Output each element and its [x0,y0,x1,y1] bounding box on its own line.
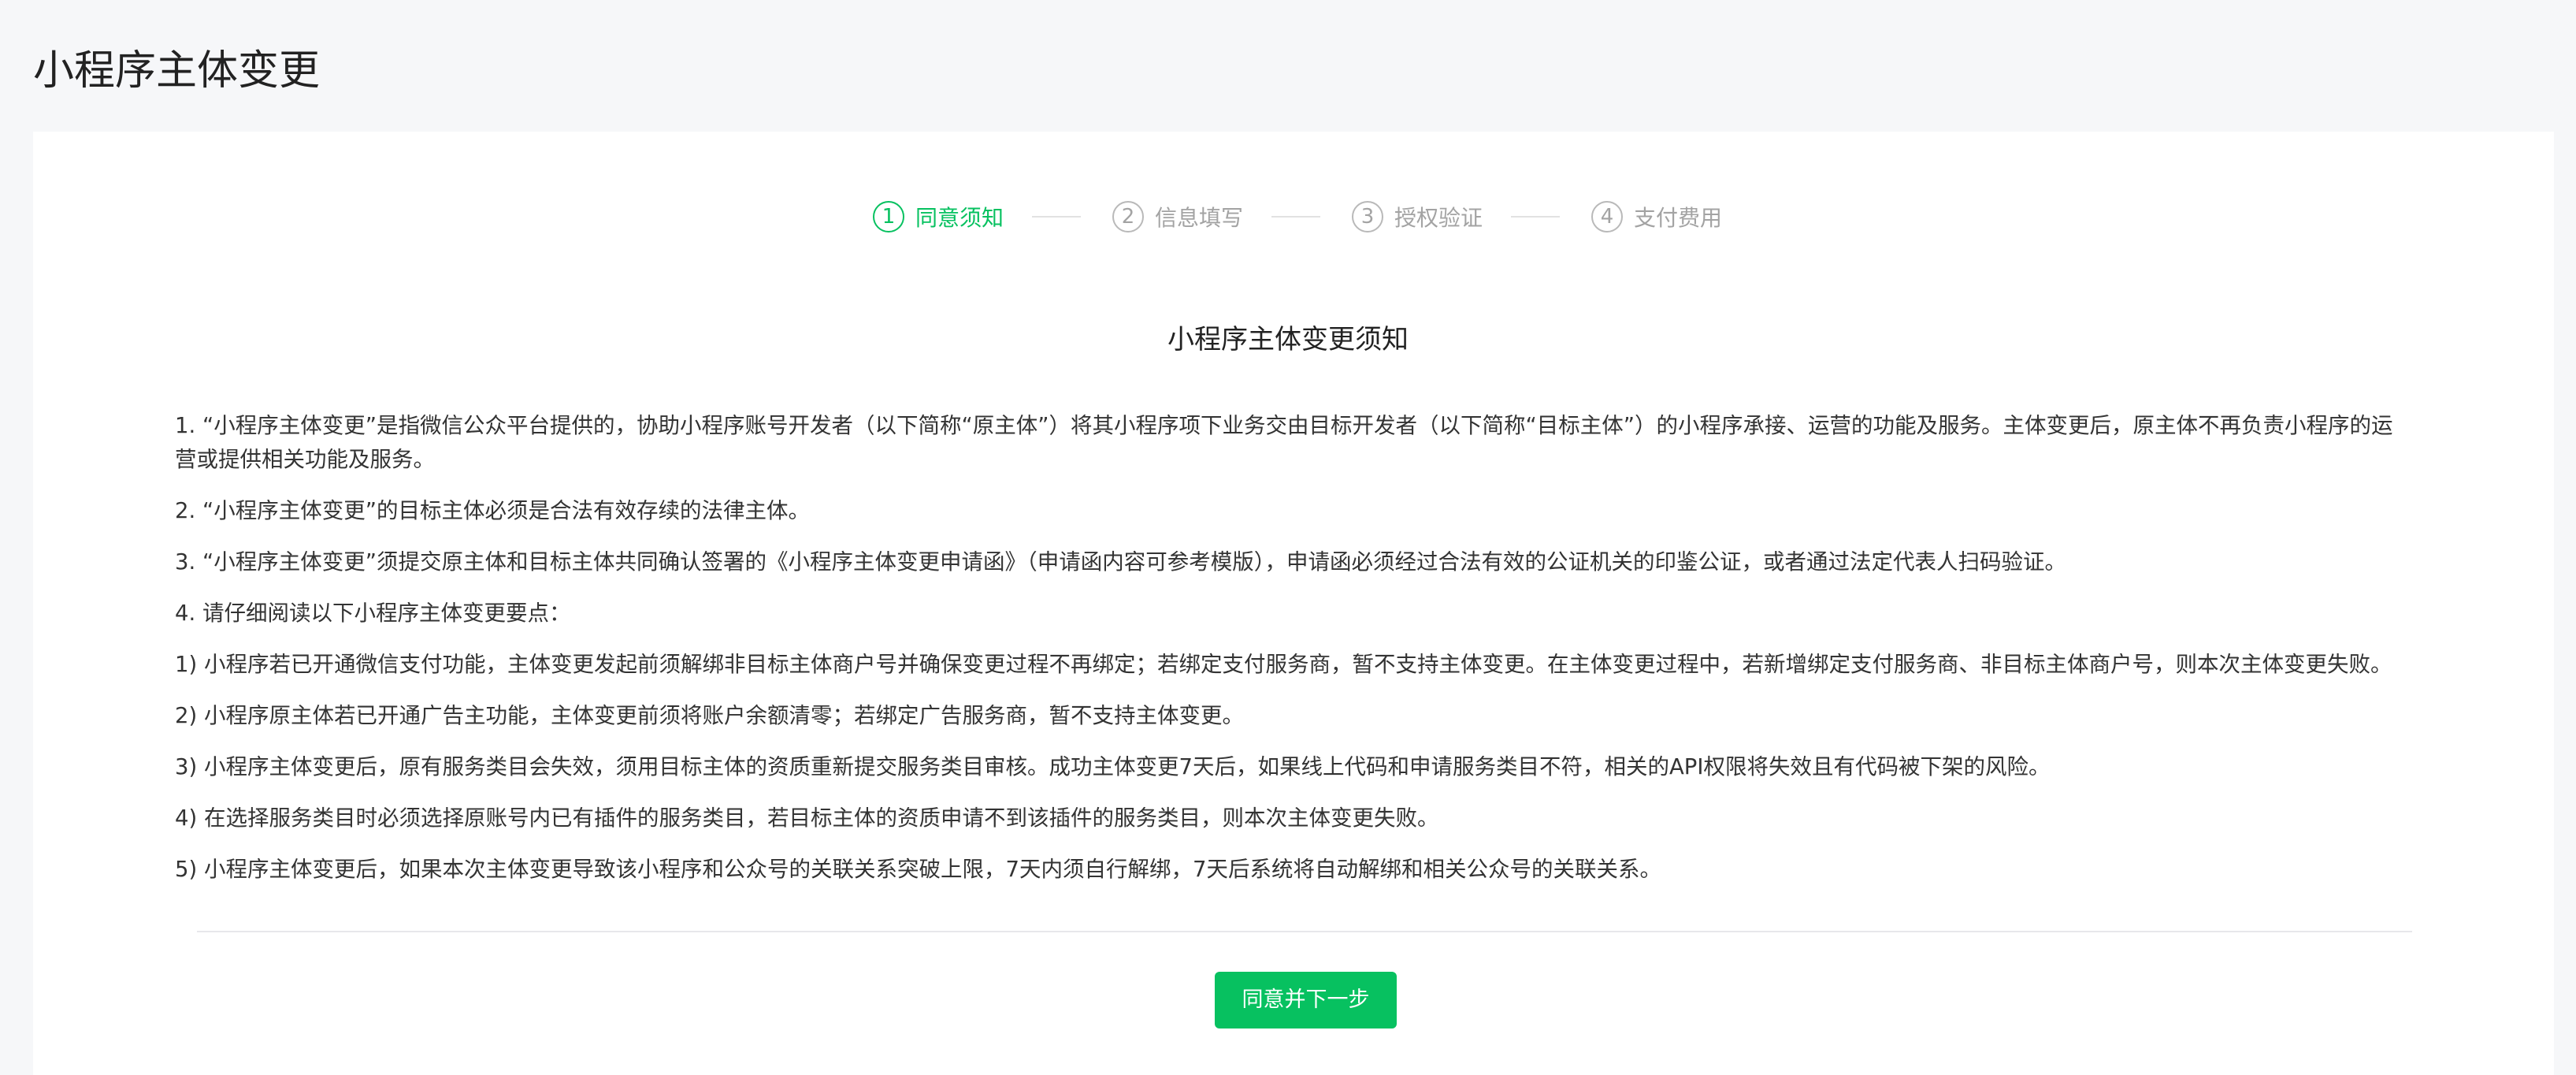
step-number-2: 2 [1112,201,1144,232]
step-connector [1271,216,1320,218]
step-label-3: 授权验证 [1394,205,1483,231]
notice-paragraph: 5) 小程序主体变更后，如果本次主体变更导致该小程序和公众号的关联关系突破上限，… [175,857,1661,882]
notice-paragraph: 3. “小程序主体变更”须提交原主体和目标主体共同确认签署的《小程序主体变更申请… [175,549,2066,575]
agree-next-button[interactable]: 同意并下一步 [1215,972,1397,1029]
divider [197,931,2412,932]
step-number-1: 1 [873,201,904,232]
notice-body: 1. “小程序主体变更”是指微信公众平台提供的，协助小程序账号开发者（以下简称“… [175,409,2412,904]
notice-paragraph: 4) 在选择服务类目时必须选择原账号内已有插件的服务类目，若目标主体的资质申请不… [175,805,1439,831]
step-agree-notice: 1 同意须知 [873,197,1004,236]
notice-paragraph: 3) 小程序主体变更后，原有服务类目会失效，须用目标主体的资质重新提交服务类目审… [175,754,2051,779]
notice-paragraph: 2. “小程序主体变更”的目标主体必须是合法有效存续的法律主体。 [175,498,810,523]
page-title: 小程序主体变更 [33,47,321,95]
notice-paragraph: 4. 请仔细阅读以下小程序主体变更要点： [175,601,571,626]
notice-title: 小程序主体变更须知 [1167,324,1409,355]
step-label-1: 同意须知 [915,205,1004,231]
notice-paragraph: 1) 小程序若已开通微信支付功能，主体变更发起前须解绑非目标主体商户号并确保变更… [175,652,2392,677]
step-fill-info: 2 信息填写 [1112,197,1243,236]
step-label-4: 支付费用 [1634,205,1723,231]
notice-paragraph: 1. “小程序主体变更”是指微信公众平台提供的，协助小程序账号开发者（以下简称“… [175,413,2393,472]
notice-paragraph: 2) 小程序原主体若已开通广告主功能，主体变更前须将账户余额清零；若绑定广告服务… [175,703,1244,728]
step-auth-verify: 3 授权验证 [1352,197,1483,236]
step-label-2: 信息填写 [1155,205,1244,231]
step-number-4: 4 [1591,201,1623,232]
step-connector [1032,216,1081,218]
step-pay-fee: 4 支付费用 [1591,197,1722,236]
step-indicator: 1 同意须知 2 信息填写 3 授权验证 4 支付费用 [0,197,2576,236]
step-connector [1511,216,1560,218]
step-number-3: 3 [1352,201,1383,232]
